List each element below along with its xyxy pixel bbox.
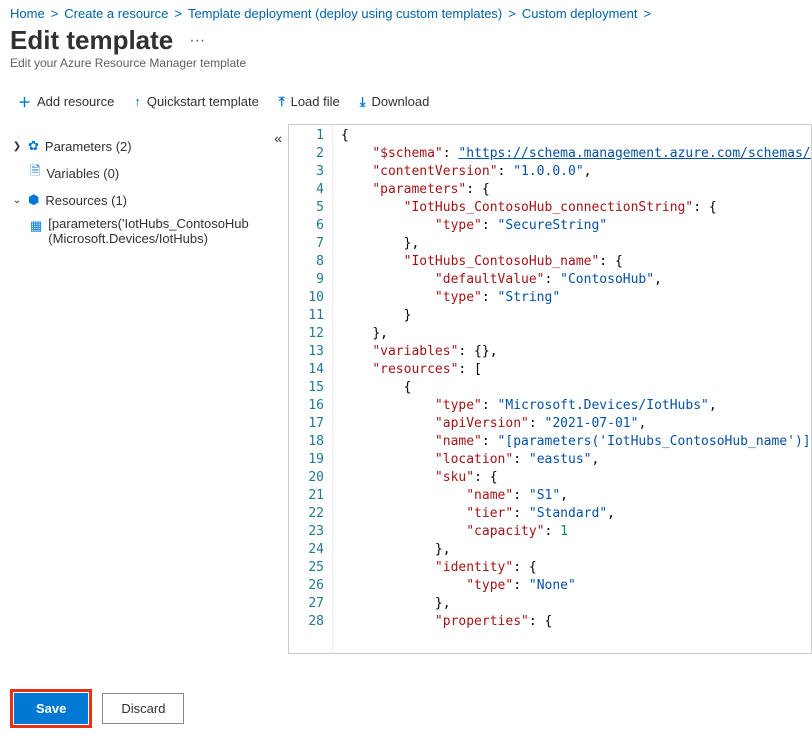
tree-resources[interactable]: ⌄ ⬢ Resources (1) bbox=[8, 188, 288, 212]
toolbar: ＋Add resource ↑Quickstart template ⤒Load… bbox=[0, 80, 812, 123]
document-icon: 🗎 bbox=[30, 162, 40, 184]
page-subtitle: Edit your Azure Resource Manager templat… bbox=[0, 56, 812, 80]
more-button[interactable]: ··· bbox=[189, 32, 205, 50]
breadcrumb: Home>Create a resource>Template deployme… bbox=[0, 0, 812, 23]
quickstart-button[interactable]: ↑Quickstart template bbox=[124, 88, 269, 115]
download-button[interactable]: ⤓Download bbox=[350, 88, 440, 116]
bc-custom[interactable]: Custom deployment bbox=[522, 6, 638, 21]
chevron-down-icon: ⌄ bbox=[12, 195, 22, 206]
tree-variables[interactable]: 🗎 Variables (0) bbox=[8, 158, 288, 188]
load-file-button[interactable]: ⤒Load file bbox=[269, 88, 350, 116]
bc-home[interactable]: Home bbox=[10, 6, 45, 21]
chevron-right-icon: ❯ bbox=[12, 141, 22, 152]
upload-icon: ⤒ bbox=[279, 94, 285, 110]
bc-template[interactable]: Template deployment (deploy using custom… bbox=[188, 6, 502, 21]
collapse-sidebar-button[interactable]: « bbox=[274, 130, 282, 146]
add-resource-button[interactable]: ＋Add resource bbox=[8, 86, 124, 117]
arrow-up-icon: ↑ bbox=[134, 94, 141, 109]
discard-button[interactable]: Discard bbox=[102, 693, 184, 724]
gear-icon: ✿ bbox=[28, 138, 39, 154]
iothub-icon: ▦ bbox=[30, 218, 42, 234]
cube-icon: ⬢ bbox=[28, 192, 39, 208]
code-content[interactable]: { "$schema": "https://schema.management.… bbox=[333, 125, 811, 653]
save-button[interactable]: Save bbox=[14, 693, 88, 724]
line-gutter: 1234567891011121314151617181920212223242… bbox=[289, 125, 333, 653]
page-title: Edit template bbox=[10, 25, 173, 56]
sidebar: « ❯ ✿ Parameters (2) 🗎 Variables (0) ⌄ ⬢… bbox=[0, 124, 288, 654]
tree-resource-item[interactable]: ▦ [parameters('IotHubs_ContosoHub(Micros… bbox=[8, 212, 288, 250]
code-editor[interactable]: 1234567891011121314151617181920212223242… bbox=[288, 124, 812, 654]
download-icon: ⤓ bbox=[360, 94, 366, 110]
tree-parameters[interactable]: ❯ ✿ Parameters (2) bbox=[8, 134, 288, 158]
footer: Save Discard bbox=[0, 693, 812, 724]
plus-icon: ＋ bbox=[18, 92, 31, 111]
bc-create[interactable]: Create a resource bbox=[64, 6, 168, 21]
